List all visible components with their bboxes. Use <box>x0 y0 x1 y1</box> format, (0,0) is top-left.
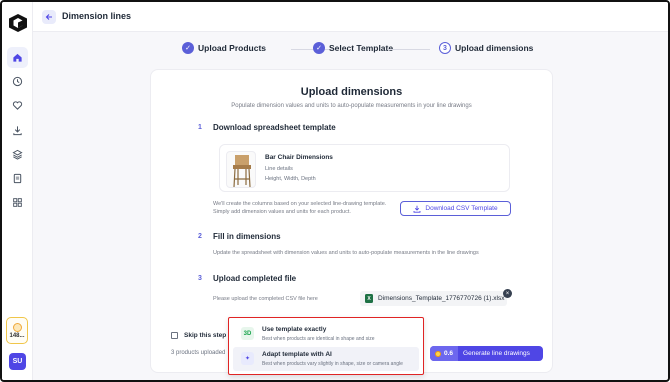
avatar[interactable]: SU <box>9 353 26 370</box>
remove-file-button[interactable]: × <box>503 289 512 298</box>
option-description: Best when products vary slightly in shap… <box>262 361 403 367</box>
step-select-template: ✓ Select Template <box>313 42 393 54</box>
section-title: Fill in dimensions <box>213 232 281 241</box>
card-title: Upload dimensions <box>300 86 403 98</box>
document-icon <box>13 173 22 184</box>
skip-step-label: Skip this step <box>184 332 227 339</box>
option-use-template-exactly[interactable]: 3D Use template exactly Best when produc… <box>233 322 419 346</box>
download-icon <box>413 205 421 213</box>
template-thumbnail <box>226 151 256 188</box>
template-fields: Height, Width, Depth <box>265 176 316 182</box>
section-description: Simply add dimension values and units fo… <box>213 209 351 215</box>
products-uploaded-count: 3 products uploaded <box>171 350 226 356</box>
option-description: Best when products are identical in shap… <box>262 336 375 342</box>
sidebar-item-favorites[interactable] <box>7 95 28 116</box>
sidebar-item-grid[interactable] <box>7 192 28 213</box>
credits-count: 148... <box>9 332 25 339</box>
option-title: Adapt template with AI <box>262 351 332 358</box>
skip-step-row: Skip this step (W <box>171 332 236 339</box>
sparkle-icon: ✦ <box>241 352 254 365</box>
section-description: We'll create the columns based on your s… <box>213 201 387 207</box>
cost-value: 0.6 <box>444 350 454 357</box>
option-adapt-template-ai[interactable]: ✦ Adapt template with AI Best when produ… <box>233 347 419 371</box>
sidebar-item-downloads[interactable] <box>7 120 28 141</box>
section-number: 1 <box>198 124 202 131</box>
coin-icon <box>435 350 441 357</box>
step-upload-dimensions: 3 Upload dimensions <box>439 42 533 54</box>
step-number: 3 <box>439 42 451 54</box>
step-upload-products: ✓ Upload Products <box>182 42 266 54</box>
section-number: 3 <box>198 275 202 282</box>
check-icon: ✓ <box>313 42 325 54</box>
skip-step-checkbox[interactable] <box>171 332 178 339</box>
section-description: Update the spreadsheet with dimension va… <box>213 250 479 256</box>
grid-icon <box>13 198 22 207</box>
option-title: Use template exactly <box>262 326 327 333</box>
arrow-left-icon <box>45 14 52 20</box>
sidebar-item-layers[interactable] <box>7 144 28 165</box>
step-label: Upload dimensions <box>455 43 534 53</box>
download-icon <box>13 126 22 136</box>
button-label: Download CSV Template <box>425 205 498 212</box>
excel-file-icon: X <box>365 294 373 303</box>
template-preview: Bar Chair Dimensions Line details Height… <box>219 144 510 192</box>
step-connector <box>388 49 430 50</box>
cost-pill: 0.6 <box>430 346 459 361</box>
template-mode-menu: 3D Use template exactly Best when produc… <box>228 317 424 375</box>
check-icon: ✓ <box>182 42 194 54</box>
uploaded-file-chip[interactable]: X Dimensions_Template_1776770726 (1).xls… <box>360 291 507 306</box>
page-title: Dimension lines <box>62 11 132 21</box>
sidebar-item-history[interactable] <box>7 71 28 92</box>
top-bar: Dimension lines <box>33 2 668 32</box>
file-name: Dimensions_Template_1776770726 (1).xlsx <box>378 295 505 302</box>
bar-chair-image <box>233 155 251 188</box>
app-logo <box>9 14 27 32</box>
credits-badge[interactable]: 148... <box>6 317 28 344</box>
clock-icon <box>12 76 23 87</box>
section-title: Upload completed file <box>213 274 297 283</box>
exact-template-icon: 3D <box>241 327 254 340</box>
heart-icon <box>12 101 23 110</box>
download-csv-button[interactable]: Download CSV Template <box>400 201 511 216</box>
button-label: Generate line drawings <box>463 350 530 357</box>
generate-line-drawings-button[interactable]: 0.6 Generate line drawings <box>430 346 543 361</box>
coin-icon <box>12 322 22 332</box>
card-subtitle: Populate dimension values and units to a… <box>231 103 472 109</box>
sidebar-item-home[interactable] <box>7 47 28 68</box>
home-icon <box>13 53 22 62</box>
step-label: Select Template <box>329 43 394 53</box>
template-type: Line details <box>265 166 293 172</box>
layers-icon <box>12 149 23 160</box>
back-button[interactable] <box>42 10 56 24</box>
section-description: Please upload the completed CSV file her… <box>213 296 318 302</box>
progress-stepper: ✓ Upload Products ✓ Select Template 3 Up… <box>33 42 668 58</box>
section-number: 2 <box>198 233 202 240</box>
sidebar-item-documents[interactable] <box>7 168 28 189</box>
app-window: 148... SU Dimension lines ✓ Upload Produ… <box>0 0 670 382</box>
sidebar: 148... SU <box>2 2 33 380</box>
section-title: Download spreadsheet template <box>213 123 336 132</box>
template-name: Bar Chair Dimensions <box>265 154 333 161</box>
step-label: Upload Products <box>198 43 267 53</box>
